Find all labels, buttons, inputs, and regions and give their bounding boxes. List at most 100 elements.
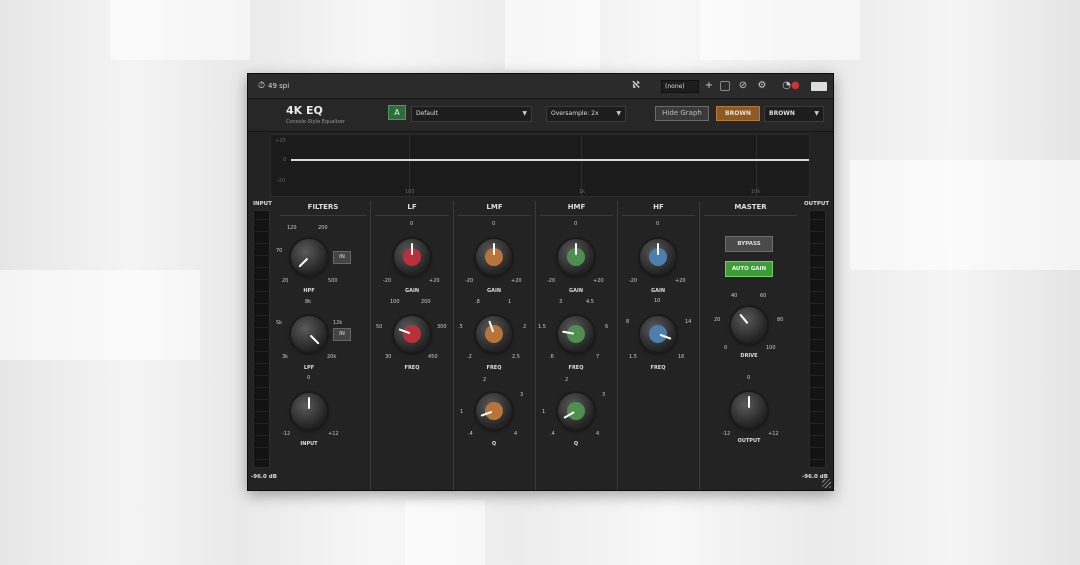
plugin-window: ⏱ 49 spi ℵ (none) + ⊘ ⚙ ◔● 4K EQ Console… (247, 73, 834, 491)
knob-pointer (748, 396, 750, 408)
meter-segment (811, 351, 824, 352)
section-title: FILTERS (307, 203, 339, 211)
divider (375, 215, 449, 216)
lmf-q-knob[interactable] (476, 393, 512, 429)
scale-label: 8k (305, 299, 312, 305)
hmf-gain-knob[interactable] (558, 239, 594, 275)
logo-icon[interactable]: ℵ (630, 80, 642, 92)
knob-label: FREQ (404, 365, 420, 371)
hide-graph-button[interactable]: Hide Graph (655, 106, 709, 121)
section-title: HMF (567, 203, 586, 211)
knob-label: GAIN (404, 288, 420, 294)
meter-segment (811, 327, 824, 328)
graph-y-tick: 0 (283, 157, 287, 163)
meter-segment (255, 279, 268, 280)
hmf-freq-knob[interactable] (558, 316, 594, 352)
knob-label: HPF (303, 288, 315, 294)
keyboard-icon[interactable] (811, 82, 827, 91)
scale-label: 80 (777, 317, 784, 323)
oversample-dropdown-label: Oversample: 2x (551, 110, 599, 117)
auto-gain-button[interactable]: AUTO GAIN (725, 261, 773, 277)
hpf-knob[interactable] (291, 239, 327, 275)
knob-label: DRIVE (740, 353, 758, 359)
lf-gain-knob[interactable] (394, 239, 430, 275)
knob-label: Q (491, 441, 497, 447)
meter-segment (811, 447, 824, 448)
eq-graph[interactable]: +20 0 -20 100 1k 10k (270, 134, 810, 197)
meter-segment (255, 219, 268, 220)
scale-label: .5 (458, 324, 463, 330)
meter-segment (255, 351, 268, 352)
save-icon[interactable] (720, 81, 730, 91)
scale-label: 14 (685, 319, 692, 325)
mode-dropdown[interactable]: BROWN ▼ (764, 106, 824, 122)
meter-segment (811, 339, 824, 340)
scale-label: 0 (656, 221, 660, 227)
section-title: HF (653, 203, 664, 211)
hpf-in-button[interactable]: IN (333, 251, 351, 264)
section-title: MASTER (734, 203, 767, 211)
lmf-freq-knob[interactable] (476, 316, 512, 352)
scale-label: .4 (468, 431, 473, 437)
scale-label: 4 (596, 431, 600, 437)
scale-label: +12 (768, 431, 779, 437)
meter-segment (255, 327, 268, 328)
bypass-button[interactable]: BYPASS (725, 236, 773, 252)
knob-cap (649, 325, 667, 343)
graph-x-tick: 100 (405, 189, 415, 195)
meter-segment (255, 339, 268, 340)
lf-freq-knob[interactable] (394, 316, 430, 352)
spi-label: 49 spi (268, 82, 290, 90)
scale-label: .4 (550, 431, 555, 437)
divider (704, 215, 797, 216)
spi-indicator[interactable]: ⏱ 49 spi (258, 81, 289, 91)
scale-label: 200 (318, 225, 328, 231)
delete-icon[interactable]: ⊘ (737, 80, 749, 92)
input-knob[interactable] (291, 393, 327, 429)
knob-label: GAIN (568, 288, 584, 294)
meter-segment (811, 387, 824, 388)
knob-label: FREQ (650, 365, 666, 371)
drive-knob[interactable] (731, 307, 767, 343)
meter-segment (255, 363, 268, 364)
preset-dropdown[interactable]: Default ▼ (411, 106, 532, 122)
output-knob[interactable] (731, 392, 767, 428)
settings-icon[interactable]: ⚙ (756, 80, 768, 92)
plugin-subtitle: Console-Style Equalizer (286, 119, 345, 125)
hf-freq-knob[interactable] (640, 316, 676, 352)
scale-label: 100 (390, 299, 400, 305)
meter-segment (255, 303, 268, 304)
meter-segment (811, 375, 824, 376)
lpf-knob[interactable] (291, 316, 327, 352)
knob-cap (485, 325, 503, 343)
knob-label: GAIN (650, 288, 666, 294)
timer-icon: ⏱ (258, 81, 266, 91)
graph-grid-line (756, 135, 757, 196)
preset-selector[interactable]: (none) (661, 80, 699, 93)
meter-segment (811, 411, 824, 412)
scale-label: 300 (437, 324, 447, 330)
hmf-q-knob[interactable] (558, 393, 594, 429)
oversample-dropdown[interactable]: Oversample: 2x ▼ (546, 106, 626, 122)
brown-mode-button[interactable]: BROWN (716, 106, 760, 121)
meter-segment (255, 243, 268, 244)
lmf-gain-knob[interactable] (476, 239, 512, 275)
graph-x-tick: 10k (751, 189, 761, 195)
ab-compare-button[interactable]: A (388, 105, 406, 120)
scale-label: 200 (421, 299, 431, 305)
scale-label: 60 (760, 293, 767, 299)
knob-label: OUTPUT (737, 438, 761, 444)
meter-segment (255, 399, 268, 400)
divider (280, 215, 366, 216)
add-icon[interactable]: + (703, 80, 715, 92)
hf-gain-knob[interactable] (640, 239, 676, 275)
resize-handle[interactable] (822, 479, 831, 488)
scale-label: 16 (678, 354, 685, 360)
meter-segment (811, 267, 824, 268)
lpf-in-button[interactable]: IN (333, 328, 351, 341)
scale-label: 50 (376, 324, 383, 330)
input-db-readout: -96.0 dB (251, 474, 277, 480)
input-meter (253, 210, 270, 468)
meter-icon[interactable]: ◔● (781, 80, 801, 92)
scale-label: 2.5 (512, 354, 520, 360)
